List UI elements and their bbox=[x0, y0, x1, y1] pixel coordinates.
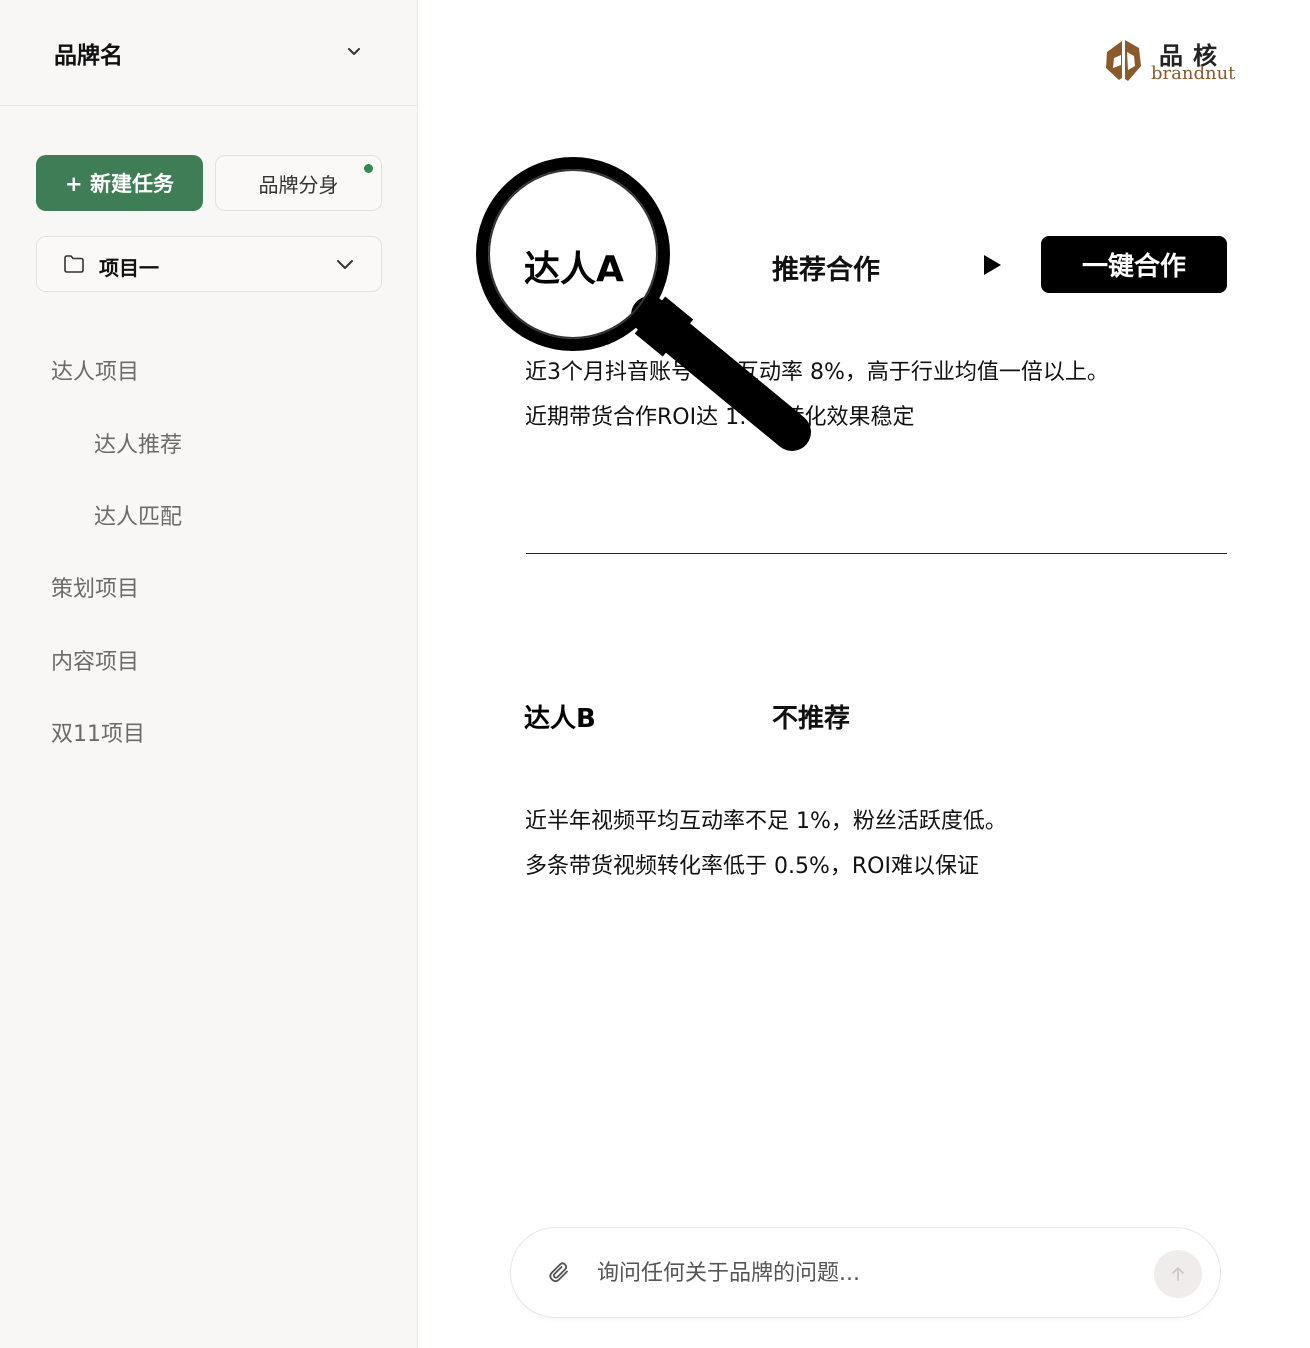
chevron-down-icon[interactable] bbox=[344, 44, 364, 60]
chevron-down-icon bbox=[337, 260, 353, 269]
one-click-cooperate-button[interactable]: 一键合作 bbox=[1041, 236, 1227, 293]
recommendation-status: 不推荐 bbox=[772, 704, 851, 734]
arrow-up-icon bbox=[1172, 1267, 1184, 1281]
folder-icon bbox=[64, 255, 84, 273]
brand-clone-label: 品牌分身 bbox=[258, 172, 339, 197]
nav-item-planning-projects[interactable]: 策划项目 bbox=[51, 571, 139, 603]
nav-item-influencer-recommend[interactable]: 达人推荐 bbox=[94, 427, 182, 459]
walnut-logo-icon bbox=[1106, 40, 1141, 81]
influencer-desc-line: 近半年视频平均互动率不足 1%，粉丝活跃度低。 bbox=[525, 809, 1007, 834]
project-select-value: 项目一 bbox=[99, 256, 159, 280]
cooperate-label: 一键合作 bbox=[1081, 252, 1186, 282]
brand-switcher[interactable]: 品牌名 bbox=[0, 0, 418, 106]
magnifying-glass-icon bbox=[476, 157, 811, 451]
paperclip-icon[interactable] bbox=[547, 1260, 571, 1284]
brand-name: 品牌名 bbox=[54, 43, 123, 69]
brand-clone-button[interactable]: 品牌分身 bbox=[215, 155, 382, 211]
section-divider bbox=[526, 553, 1227, 554]
influencer-name: 达人B bbox=[524, 704, 596, 734]
chat-input-bar bbox=[510, 1227, 1221, 1318]
sidebar: 品牌名 + 新建任务 品牌分身 项目一 达人项目 达人推荐 达人匹配 策划项目 … bbox=[0, 0, 418, 1348]
nav-item-content-projects[interactable]: 内容项目 bbox=[51, 644, 139, 676]
send-button[interactable] bbox=[1154, 1250, 1202, 1298]
brandnut-logo: 品核 brandnut bbox=[1103, 36, 1235, 88]
new-task-button[interactable]: + 新建任务 bbox=[36, 155, 203, 211]
nav-item-influencer-match[interactable]: 达人匹配 bbox=[94, 499, 182, 531]
status-dot bbox=[364, 164, 373, 173]
nav-item-double11-projects[interactable]: 双11项目 bbox=[51, 716, 145, 748]
play-icon bbox=[984, 255, 1001, 275]
chat-input[interactable] bbox=[595, 1252, 1139, 1294]
new-task-label: + 新建任务 bbox=[65, 172, 174, 196]
project-select[interactable]: 项目一 bbox=[36, 236, 382, 292]
logo-en-text: brandnut bbox=[1151, 63, 1236, 84]
nav-item-influencer-projects[interactable]: 达人项目 bbox=[51, 354, 139, 386]
influencer-desc-line: 多条带货视频转化率低于 0.5%，ROI难以保证 bbox=[525, 854, 979, 879]
